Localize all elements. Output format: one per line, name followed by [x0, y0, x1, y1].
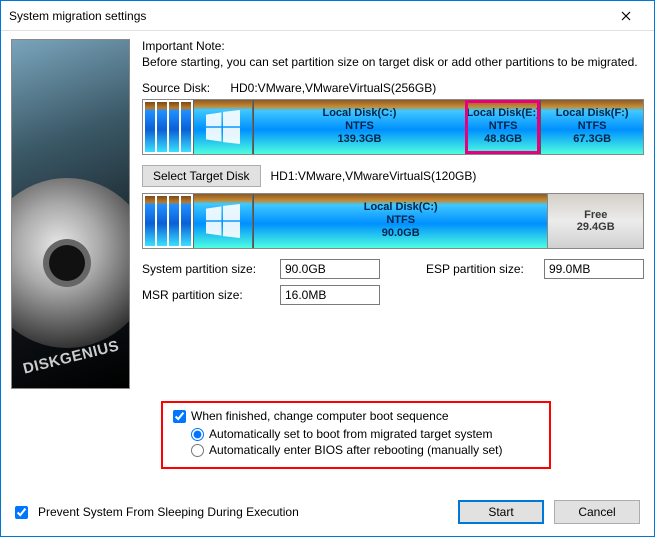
brand-illustration: DISKGENIUS — [11, 39, 130, 389]
esp-partition-size-input[interactable] — [544, 259, 644, 279]
source-partition-c[interactable]: Local Disk(C:) NTFS 139.3GB — [253, 100, 465, 154]
reserved-stripes-target — [143, 194, 193, 248]
note-body: Before starting, you can set partition s… — [142, 55, 644, 71]
change-boot-sequence-label: When finished, change computer boot sequ… — [191, 409, 449, 423]
window-title: System migration settings — [9, 9, 606, 23]
windows-icon — [193, 100, 253, 154]
source-partition-e[interactable]: Local Disk(E:) NTFS 48.8GB — [465, 100, 540, 154]
change-boot-sequence-checkbox[interactable] — [173, 410, 186, 423]
boot-bios-radio[interactable] — [191, 444, 204, 457]
prevent-sleep-checkbox[interactable] — [15, 506, 28, 519]
msr-partition-size-input[interactable] — [280, 285, 380, 305]
boot-options-highlight: When finished, change computer boot sequ… — [161, 401, 551, 469]
cancel-button[interactable]: Cancel — [554, 500, 640, 524]
select-target-disk-button[interactable]: Select Target Disk — [142, 165, 261, 187]
reserved-stripes — [143, 100, 193, 154]
target-partition-c[interactable]: Local Disk(C:) NTFS 90.0GB — [253, 194, 547, 248]
msr-partition-size-label: MSR partition size: — [142, 288, 272, 302]
source-disk-label: Source Disk: — [142, 81, 227, 95]
note-heading: Important Note: — [142, 39, 644, 53]
source-partition-f[interactable]: Local Disk(F:) NTFS 67.3GB — [540, 100, 643, 154]
source-disk-value: HD0:VMware,VMwareVirtualS(256GB) — [230, 81, 436, 95]
boot-bios-label: Automatically enter BIOS after rebooting… — [209, 443, 502, 457]
target-disk-bar: Local Disk(C:) NTFS 90.0GB Free 29.4GB — [142, 193, 644, 249]
system-partition-size-label: System partition size: — [142, 262, 272, 276]
source-disk-bar: Local Disk(C:) NTFS 139.3GB Local Disk(E… — [142, 99, 644, 155]
windows-icon — [193, 194, 253, 248]
prevent-sleep-label: Prevent System From Sleeping During Exec… — [38, 505, 299, 519]
boot-auto-radio[interactable] — [191, 428, 204, 441]
target-disk-value: HD1:VMware,VMwareVirtualS(120GB) — [271, 169, 477, 183]
system-partition-size-input[interactable] — [280, 259, 380, 279]
start-button[interactable]: Start — [458, 500, 544, 524]
close-button[interactable] — [606, 2, 646, 30]
esp-partition-size-label: ESP partition size: — [426, 262, 536, 276]
target-free-space[interactable]: Free 29.4GB — [547, 194, 643, 248]
boot-auto-label: Automatically set to boot from migrated … — [209, 427, 492, 441]
